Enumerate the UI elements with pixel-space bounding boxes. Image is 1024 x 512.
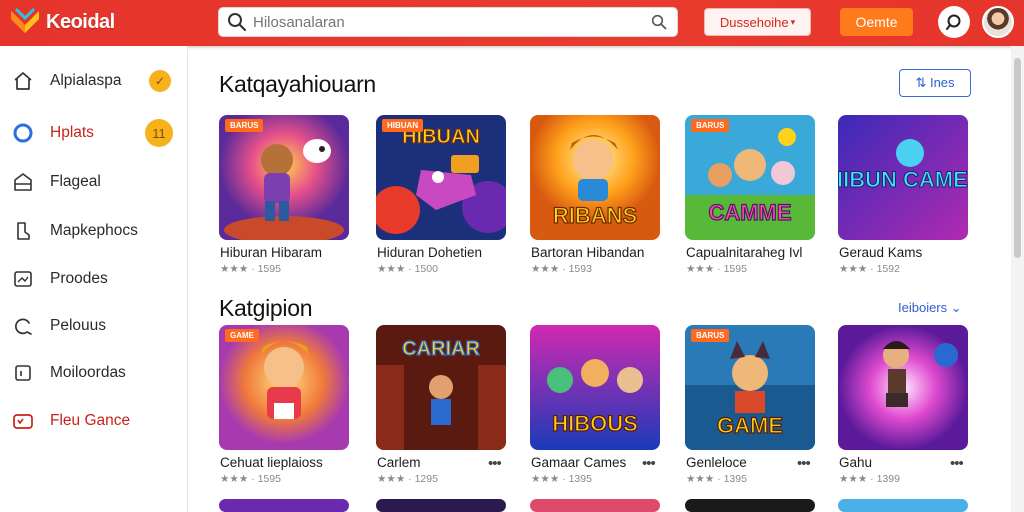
- card-title: Genleloce: [686, 455, 747, 470]
- sidebar-item-proodes[interactable]: Proodes: [0, 257, 187, 301]
- more-options-icon[interactable]: •••: [488, 455, 502, 472]
- image-icon: [12, 268, 34, 290]
- card-title: Bartoran Hibandan: [531, 245, 645, 260]
- section-title: Katgipion: [219, 295, 313, 321]
- sidebar-item-label: Pelouus: [50, 317, 107, 334]
- brand-name: Keoidal: [46, 10, 115, 33]
- card-title: Cehuat lieplaioss: [220, 455, 323, 470]
- sidebar-item-moiloordas[interactable]: Moiloordas: [0, 351, 187, 395]
- more-options-icon[interactable]: •••: [950, 455, 964, 472]
- user-avatar[interactable]: [982, 6, 1014, 38]
- main-content: Katqayahiouarn ⇅ Ines BARUS Hiburan Hiba…: [188, 46, 1010, 512]
- section-title: Katqayahiouarn: [219, 71, 376, 97]
- game-thumbnail[interactable]: [838, 325, 968, 450]
- sidebar-item-home[interactable]: Alpialaspa ✓: [0, 59, 187, 103]
- card-meta: ★★★ · 1395: [531, 473, 592, 485]
- card-meta: ★★★ · 1593: [531, 263, 592, 275]
- thumb-text: CARIAR: [402, 338, 480, 360]
- card-title: Hiburan Hibaram: [220, 245, 323, 260]
- game-thumbnail-partial[interactable]: [219, 499, 349, 512]
- sidebar-item-label: Moiloordas: [50, 364, 126, 381]
- more-options-icon[interactable]: •••: [797, 455, 811, 472]
- game-thumbnail[interactable]: CARIAR: [376, 325, 506, 450]
- sidebar-item-label: Hplats: [50, 124, 94, 141]
- sidebar-item-label: Alpialaspa: [50, 72, 122, 89]
- game-thumbnail-partial[interactable]: [530, 499, 660, 512]
- search-icon: [228, 13, 247, 32]
- section-action-link[interactable]: Ieiboiers ⌄: [898, 300, 962, 316]
- game-thumbnail[interactable]: FIIBUN CAMES: [838, 115, 968, 240]
- card-title: Hiduran Dohetien: [377, 245, 483, 260]
- game-thumbnail[interactable]: HIBOUS: [530, 325, 660, 450]
- logo-icon: [11, 7, 39, 33]
- game-thumbnail[interactable]: CAMME BARUS: [685, 115, 815, 240]
- search-input[interactable]: [253, 9, 651, 35]
- status-badge: ✓: [149, 70, 171, 92]
- card-meta: ★★★ · 1595: [686, 263, 747, 275]
- thumb-text: CAMME: [708, 200, 791, 225]
- swirl-icon: [12, 315, 34, 337]
- game-thumbnail[interactable]: HIBUAN HIBUAN: [376, 115, 506, 240]
- section-action-button[interactable]: ⇅ Ines: [899, 69, 971, 97]
- sidebar-item-pelouus[interactable]: Pelouus: [0, 304, 187, 348]
- category-dropdown-button[interactable]: Dussehoihe ▾: [704, 8, 811, 36]
- game-thumbnail[interactable]: RIBANS: [530, 115, 660, 240]
- thumb-text: FIIBUN CAMES: [838, 167, 968, 192]
- card-tag: BARUS: [691, 119, 730, 132]
- store-icon: [12, 171, 34, 193]
- card-title: Carlem: [377, 455, 421, 470]
- home-icon: [12, 70, 34, 92]
- game-thumbnail-partial[interactable]: [376, 499, 506, 512]
- sidebar-item-hplats[interactable]: Hplats 11: [0, 111, 187, 155]
- game-thumbnail[interactable]: GAME: [219, 325, 349, 450]
- sidebar: Alpialaspa ✓ Hplats 11 Flageal Mapkephoc…: [0, 46, 188, 512]
- search-round-button[interactable]: [938, 6, 970, 38]
- card-tag: BARUS: [691, 329, 730, 342]
- card-meta: ★★★ · 1500: [377, 263, 438, 275]
- sidebar-item-label: Flageal: [50, 173, 101, 190]
- game-thumbnail[interactable]: BARUS: [219, 115, 349, 240]
- card-meta: ★★★ · 1592: [839, 263, 900, 275]
- card-tag: GAME: [225, 329, 259, 342]
- card-meta: ★★★ · 1595: [220, 263, 281, 275]
- sidebar-item-mapkephocs[interactable]: Mapkephocs: [0, 209, 187, 253]
- card-meta: ★★★ · 1295: [377, 473, 438, 485]
- sidebar-item-label: Mapkephocs: [50, 222, 138, 239]
- chevron-down-icon: ▾: [790, 16, 796, 27]
- card-title: Capualnitaraheg Ivl: [686, 245, 803, 260]
- card-tag: HIBUAN: [382, 119, 424, 132]
- circle-icon: [12, 122, 34, 144]
- sidebar-item-fleu-gance[interactable]: Fleu Gance: [0, 399, 187, 443]
- card-title: Gahu: [839, 455, 873, 470]
- sidebar-item-label: Proodes: [50, 270, 108, 287]
- sidebar-item-flageal[interactable]: Flageal: [0, 160, 187, 204]
- search-submit-icon[interactable]: [651, 14, 667, 30]
- more-options-icon[interactable]: •••: [642, 455, 656, 472]
- top-bar: Keoidal Dussehoihe ▾ Oemte: [0, 0, 1024, 46]
- category-dropdown-label: Dussehoihe: [719, 14, 789, 30]
- card-meta: ★★★ · 1395: [686, 473, 747, 485]
- card-title: Gamaar Cames: [531, 455, 627, 470]
- card-meta: ★★★ · 1399: [839, 473, 900, 485]
- game-button[interactable]: Oemte: [840, 8, 913, 36]
- count-badge: 11: [145, 119, 173, 147]
- brand-logo[interactable]: Keoidal: [8, 7, 115, 37]
- game-thumbnail[interactable]: GAME BARUS: [685, 325, 815, 450]
- game-thumbnail-partial[interactable]: [838, 499, 968, 512]
- thumb-text: RIBANS: [553, 203, 637, 228]
- scrollbar-thumb[interactable]: [1014, 58, 1021, 258]
- game-thumbnail-partial[interactable]: [685, 499, 815, 512]
- sidebar-item-label: Fleu Gance: [50, 412, 131, 429]
- card-meta: ★★★ · 1595: [220, 473, 281, 485]
- card-title: Geraud Kams: [839, 245, 923, 260]
- box-icon: [12, 362, 34, 384]
- bookmark-icon: [12, 220, 34, 242]
- gamepad-icon: [12, 410, 34, 432]
- magnifier-icon: [946, 14, 961, 30]
- card-tag: BARUS: [225, 119, 264, 132]
- thumb-text: GAME: [717, 413, 783, 438]
- thumb-text: HIBOUS: [552, 411, 638, 436]
- search-bar[interactable]: [218, 7, 678, 37]
